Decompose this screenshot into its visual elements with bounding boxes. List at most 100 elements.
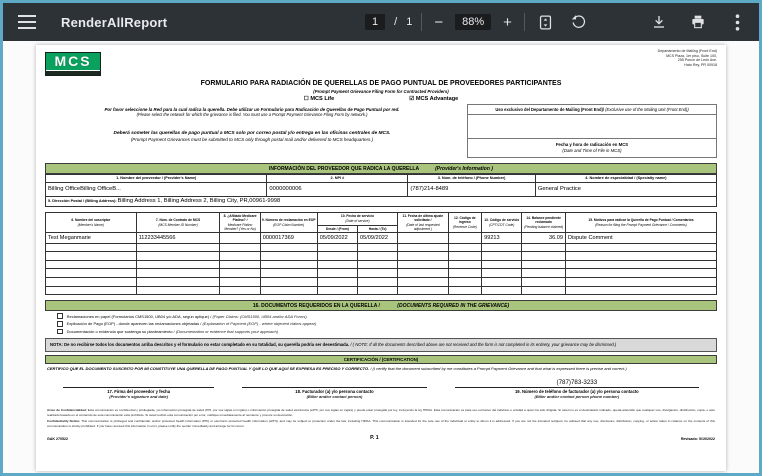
last-adjustment-cell: [398, 233, 448, 244]
checkbox-icon: [57, 321, 63, 327]
contact-phone-value: (787)783-3233: [455, 378, 699, 387]
mcs-life-checkbox: ☐ MCS Life: [304, 96, 335, 102]
hamburger-menu-icon: [18, 15, 36, 29]
signature-field-biller: 18. Facturador (a) y/o persona contacto …: [228, 378, 440, 399]
mailing-box-title-en: (Exclusive use of the Mailing Unit (Fron…: [605, 107, 689, 112]
medicare-platino-cell: [220, 233, 260, 244]
mcs-advantage-checkbox: ☑ MCS Advantage: [409, 96, 458, 102]
confidentiality-notice-en: Confidentiality Notice: This communicati…: [45, 419, 717, 428]
member-name-header: 6. Nombre del suscriptor(Member's Name): [46, 212, 137, 232]
zoom-level-input[interactable]: 88%: [455, 14, 491, 30]
provider-info-section-header: INFORMACIÓN DEL PROVEEDOR QUE RADICA LA …: [45, 163, 717, 174]
signature-field-provider: 17. Firma del proveedor y fecha (Provide…: [49, 378, 228, 399]
footer-revision-date: Revisado: 5/19/2022: [681, 437, 715, 441]
provider-info-table: 1. Nombre del proveedor / (Provider's Na…: [45, 174, 717, 197]
member-name-cell: Test Meganmarie: [46, 233, 137, 244]
signature-line: [242, 387, 426, 388]
phone-value: (787)214-8489: [408, 182, 535, 196]
mailing-box-title-es: Uso exclusivo del Departamento de Mailin…: [495, 107, 604, 112]
mailing-stamp-area: [468, 115, 716, 139]
checkbox-checked-icon: ☑: [409, 96, 414, 102]
service-code-header: 13. Código de servicio(CPT/CDT Code): [482, 212, 522, 232]
contract-number-header: 7. Núm. de Contrato de MCS(MCS Member ID…: [136, 212, 220, 232]
claims-empty-row: [46, 243, 717, 252]
claims-data-row: Test Meganmarie 112233445566 0000017369 …: [46, 233, 717, 244]
signature-line: [63, 387, 214, 388]
date-to-header: Hasta / (To): [357, 225, 397, 233]
pdf-page: MCS Departamento de Mailing (Front End) …: [36, 45, 726, 471]
reason-header: 15. Motivos para radicar la Querella de …: [565, 212, 716, 232]
toolbar-divider: [524, 13, 525, 31]
nota-text-es: De no recibirse todos los documentos arr…: [64, 342, 349, 347]
last-adjustment-header: 11. Fecha de última ajuste solicitado /(…: [398, 212, 448, 232]
date-from-header: Desde / (From): [317, 225, 357, 233]
nota-box: NOTA: De no recibirse todos los document…: [45, 338, 717, 351]
fit-to-page-button[interactable]: [534, 10, 558, 34]
date-of-service-header: 10. Fecha de servicio(Date of service): [317, 212, 398, 225]
kebab-menu-icon: [735, 14, 740, 31]
footer-page-number: P. 1: [370, 435, 379, 441]
revenue-code-cell: [448, 233, 482, 244]
mcs-logo-text: MCS: [46, 53, 100, 71]
mailing-use-only-box: Uso exclusivo del Departamento de Mailin…: [467, 104, 717, 159]
submit-note-en: (Prompt Payment Grievances must be submi…: [45, 137, 459, 142]
pending-balance-header: 14. Balance pendiente reclamado(Pending …: [522, 212, 566, 232]
checkbox-icon: [57, 313, 63, 319]
print-button[interactable]: [686, 10, 710, 34]
logo-tagline-strip: [46, 71, 100, 75]
download-button[interactable]: [647, 10, 671, 34]
document-title: RenderAllReport: [61, 15, 167, 30]
eop-claim-number-cell: 0000017369: [260, 233, 317, 244]
footer-form-code: GAK 270522: [47, 437, 68, 441]
rotate-button[interactable]: [567, 10, 591, 34]
nota-text-en: / ( NOTE: If all the documents described…: [350, 342, 616, 347]
eop-claim-number-header: 9. Número de reclamación en EOP(EOP Clai…: [260, 212, 317, 232]
provider-name-header: 1. Nombre del proveedor / (Provider's Na…: [46, 175, 267, 183]
claims-empty-row: [46, 286, 717, 295]
rotate-icon: [570, 14, 587, 31]
reason-cell: Dispute Comment: [565, 233, 716, 244]
nota-label: NOTA:: [50, 342, 63, 347]
signature-field-phone: (787)783-3233 19. Número de teléfono de …: [441, 378, 713, 399]
claims-empty-row: [46, 269, 717, 278]
medicare-platino-header: 8. ¿Afiliado Medicare Platino? /Medicare…: [220, 212, 260, 232]
page-total: 1: [406, 16, 412, 28]
file-date-label-en: (Date and Time of File in MCS): [470, 148, 714, 154]
contract-number-cell: 112233445566: [136, 233, 220, 244]
npi-value: 0000000006: [267, 182, 408, 196]
page-number-input[interactable]: 1: [365, 14, 385, 30]
required-doc-item: Documentación o evidencia que sostenga s…: [57, 329, 717, 335]
document-scroll-area[interactable]: MCS Departamento de Mailing (Front End) …: [3, 41, 759, 473]
fit-to-page-icon: [537, 14, 554, 31]
form-subtitle: (Prompt Payment Grievance Filing Form fo…: [45, 89, 717, 94]
checkbox-icon: [57, 329, 63, 335]
claims-table: 6. Nombre del suscriptor(Member's Name) …: [45, 212, 717, 296]
required-doc-item: Reclamaciones en papel (Formularios CMS1…: [57, 313, 717, 319]
form-title: FORMULARIO PARA RADIACIÓN DE QUERELLAS D…: [45, 80, 717, 87]
claims-empty-row: [46, 252, 717, 261]
npi-header: 2. NPI #: [267, 175, 408, 183]
zoom-out-button[interactable]: −: [431, 14, 446, 31]
billing-address-row: 5. Dirección Postal / (Billing Address):…: [45, 197, 717, 207]
app-window: RenderAllReport 1 / 1 − 88% +: [0, 0, 762, 476]
mailing-department-address: Departamento de Mailing (Front End) MCS …: [658, 48, 717, 68]
zoom-in-button[interactable]: +: [500, 14, 515, 31]
claims-header-row: 6. Nombre del suscriptor(Member's Name) …: [46, 212, 717, 225]
select-network-note-es: Por favor seleccione la Red para la cual…: [45, 107, 459, 112]
revenue-code-header: 12. Código de ingreso(Revenue Code): [448, 212, 482, 232]
billing-address-label: 5. Dirección Postal / (Billing Address):: [48, 199, 117, 203]
date-to-cell: 05/09/2022: [357, 233, 397, 244]
pdf-viewer-toolbar: RenderAllReport 1 / 1 − 88% +: [3, 3, 759, 41]
provider-value-row: Billing OfficeBilling OfficeB... 0000000…: [46, 182, 717, 196]
signature-row: 17. Firma del proveedor y fecha (Provide…: [45, 378, 717, 399]
download-icon: [651, 14, 667, 30]
required-doc-item: Explicación de Pago (EOP) - donde aparec…: [57, 321, 717, 327]
more-options-button[interactable]: [725, 10, 749, 34]
specialty-header: 4. Nombre de especialidad / (Specialty n…: [535, 175, 716, 183]
claims-empty-row: [46, 277, 717, 286]
certification-section-header: CERTIFICACIÓN / (CERTIFICATION): [45, 355, 717, 364]
provider-header-row: 1. Nombre del proveedor / (Provider's Na…: [46, 175, 717, 183]
menu-button[interactable]: [15, 10, 39, 34]
toolbar-divider: [421, 13, 422, 31]
signature-line: [455, 387, 699, 388]
